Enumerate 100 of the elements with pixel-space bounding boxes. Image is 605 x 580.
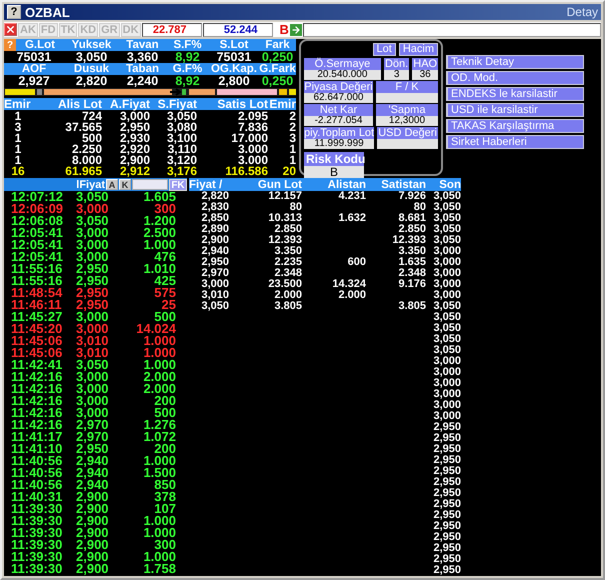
trade-row-text: 12:05:41 3,000 1.000	[10, 239, 177, 251]
toggle-button[interactable]: Hacim	[398, 43, 438, 56]
info-value: 36	[412, 70, 438, 80]
table-cell-text: 2,950	[432, 488, 461, 499]
table-cell-text: 2,950	[432, 510, 461, 521]
empty-value-box	[377, 139, 438, 149]
table-cell-text: 2,890	[200, 224, 229, 235]
table-cell-text: 3.805	[273, 301, 302, 312]
table-cell-text: 2,830	[200, 202, 229, 213]
trade-row-text: 11:40:31 2,900 378	[10, 491, 177, 503]
info-label: HAO	[412, 58, 438, 70]
toggle-button[interactable]: Lot	[372, 43, 396, 56]
order-book-cell-text: 3	[288, 132, 296, 144]
help-button[interactable]: ?	[4, 39, 16, 51]
trade-row-text: 11:45:06 3,010 1.000	[10, 347, 177, 359]
table-cell-text: 2,950	[432, 444, 461, 455]
table-cell-text: 2,940	[200, 246, 229, 257]
filter-button[interactable]: A	[106, 179, 118, 190]
table-cell-text: 2.000	[273, 290, 302, 301]
filter-button[interactable]: K	[119, 179, 131, 190]
column-header: Alistan	[326, 178, 366, 190]
summary-value: 2,820	[74, 75, 108, 87]
help-button[interactable]: ?	[7, 5, 21, 19]
menu-button[interactable]: Teknik Detay	[446, 55, 584, 69]
summary-value: 2,240	[126, 75, 160, 87]
filter-field[interactable]	[132, 179, 168, 190]
table-cell-text: 3,050	[432, 301, 461, 312]
table-cell-text: 14.324	[331, 279, 366, 290]
column-header: Gun Lot	[256, 178, 302, 190]
order-book-cell-text: 724	[80, 110, 102, 122]
index-field[interactable]: 52.244	[202, 22, 273, 36]
column-header: Fark	[264, 39, 291, 51]
table-cell-text: 2.000	[337, 290, 366, 301]
summary-value: 75031	[216, 51, 252, 63]
column-header: G.Fark	[259, 63, 296, 75]
trade-row-text: 11:45:06 3,010 1.000	[10, 335, 177, 347]
column-header: Tavan	[125, 39, 160, 51]
trade-row-text: 11:42:16 3,000 2.000	[10, 371, 177, 383]
order-book-cell-text: 7.836	[236, 120, 268, 132]
trade-row-text: 11:39:30 2,900 107	[10, 503, 177, 515]
order-book-cell-text: 3	[14, 120, 22, 132]
detail-label: Detay	[566, 5, 598, 19]
table-cell-text: 3,050	[200, 301, 229, 312]
column-header: Emir	[268, 98, 296, 110]
filter-button[interactable]: FK	[169, 178, 187, 190]
order-book-cell-text: 1	[288, 154, 296, 166]
trade-row-text: 12:05:41 3,000 476	[10, 251, 177, 263]
order-book-cell-text: 2.095	[236, 110, 268, 122]
table-cell-text: 3,050	[432, 345, 461, 356]
column-header: A.Fiyat	[108, 98, 150, 110]
column-header: Fiyat /	[189, 178, 222, 190]
order-book-cell-text: 3,110	[168, 142, 197, 154]
table-cell-text: 1.635	[397, 257, 426, 268]
trade-row-text: 11:42:16 3,000 500	[10, 407, 177, 419]
table-cell-text: 2,950	[432, 422, 461, 433]
column-header: OG.Kap.	[210, 63, 258, 75]
close-button[interactable]	[4, 23, 17, 36]
summary-value: 2,927	[17, 75, 51, 87]
table-cell-text: 2,950	[432, 532, 461, 543]
table-cell-text: 23.500	[267, 279, 302, 290]
table-cell-text: 3,050	[432, 202, 461, 213]
trade-row-text: 11:48:54 2,950 575	[10, 287, 177, 299]
table-cell-text: 3.350	[397, 246, 426, 257]
order-book-cell-text: 3,000	[120, 110, 150, 122]
table-cell-text: 3,000	[432, 367, 461, 378]
trade-row-text: 11:42:41 3,050 1.000	[10, 359, 177, 371]
table-cell-text: 2,950	[200, 257, 229, 268]
summary-value: 0,250	[260, 75, 294, 87]
index-field[interactable]: 22.787	[142, 22, 202, 36]
column-header: Taban	[124, 63, 160, 75]
table-cell-text: 2.235	[273, 257, 302, 268]
order-book-cell-text: 3,100	[166, 132, 197, 144]
menu-button[interactable]: OD. Mod.	[446, 71, 584, 85]
menu-button[interactable]: Sirket Haberleri	[446, 135, 584, 149]
menu-button[interactable]: USD ile karsilastir	[446, 103, 584, 117]
column-header: Dusuk	[72, 63, 110, 75]
trade-row-text: 11:55:16 2,950 1.010	[10, 263, 177, 275]
table-cell-text: 3,010	[200, 290, 229, 301]
order-book-cell-text: 1	[14, 132, 22, 144]
table-cell-text: 2,850	[200, 213, 229, 224]
info-label: Dön.	[384, 58, 410, 70]
input-field[interactable]	[302, 22, 601, 36]
empty-value-box	[376, 93, 438, 103]
order-book-cell-text: 17.000	[230, 132, 268, 144]
table-cell-text: 3,000	[432, 378, 461, 389]
table-cell-text: 12.393	[267, 235, 302, 246]
table-cell-text: 3,050	[432, 235, 461, 246]
risk-value: B	[304, 166, 364, 178]
order-book-cell-text: 8.000	[70, 154, 102, 166]
table-cell-text: 3,000	[432, 257, 461, 268]
info-label: 'Sapma	[376, 104, 438, 116]
total-cell-text: 61.965	[64, 165, 102, 177]
table-cell-text: 4.231	[337, 191, 366, 202]
table-cell-text: 8.681	[397, 213, 426, 224]
total-cell-text: 3,176	[166, 165, 197, 177]
column-header: Alis Lot	[57, 98, 102, 110]
table-cell-text: 3,050	[432, 312, 461, 323]
menu-button[interactable]: TAKAS Karşılaştırma	[446, 119, 584, 133]
menu-button[interactable]: ENDEKS le karsilastir	[446, 87, 584, 101]
trade-row-text: 11:39:30 2,900 1.758	[10, 563, 177, 575]
